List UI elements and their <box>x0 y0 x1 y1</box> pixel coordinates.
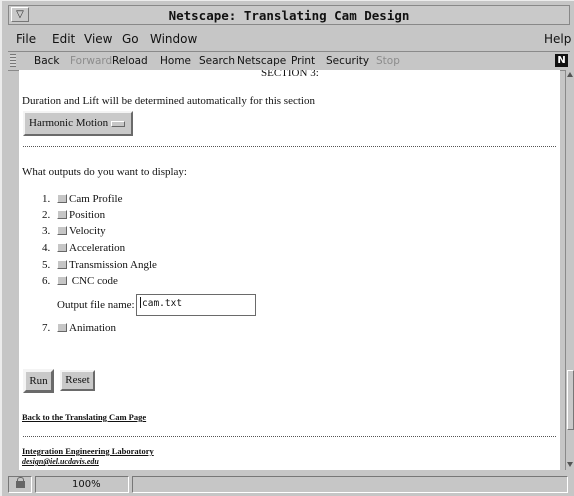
lab-name-link[interactable]: Integration Engineering Laboratory <box>22 446 154 456</box>
forward-button[interactable]: Forward <box>70 55 112 67</box>
scrollbar-thumb[interactable] <box>567 370 574 430</box>
motion-type-value: Harmonic Motion <box>29 117 109 129</box>
output-item-velocity: 3. Velocity <box>42 225 106 237</box>
output-item-cam-profile: 1. Cam Profile <box>42 193 122 205</box>
output-file-name-value: cam.txt <box>142 298 183 309</box>
output-item-transmission-angle: 5. Transmission Angle <box>42 259 157 271</box>
output-label: Position <box>69 209 106 221</box>
lock-icon <box>16 477 25 488</box>
vertical-scrollbar[interactable] <box>565 70 574 470</box>
security-lock-box[interactable] <box>8 476 32 493</box>
acceleration-checkbox[interactable] <box>57 243 67 252</box>
back-to-translating-cam-link[interactable]: Back to the Translating Cam Page <box>22 412 146 422</box>
section-heading: SECTION 3: <box>261 70 319 79</box>
menu-help[interactable]: Help <box>544 32 571 46</box>
animation-checkbox[interactable] <box>57 323 67 332</box>
title-bar: ▽ Netscape: Translating Cam Design <box>8 5 570 25</box>
list-number: 3. <box>42 225 51 237</box>
list-number: 2. <box>42 209 51 221</box>
duration-text: Duration and Lift will be determined aut… <box>22 95 315 107</box>
option-menu-indicator-icon <box>111 121 125 127</box>
output-label: CNC code <box>71 275 118 287</box>
list-number: 4. <box>42 242 51 254</box>
output-label: Transmission Angle <box>69 259 157 271</box>
navigation-toolbar: Back Forward Reload Home Search Netscape… <box>8 51 570 71</box>
cam-profile-checkbox[interactable] <box>57 194 67 203</box>
output-file-label: Output file name: <box>57 299 135 311</box>
list-number: 5. <box>42 259 51 271</box>
list-number: 6. <box>42 275 51 287</box>
reset-button[interactable]: Reset <box>60 370 95 391</box>
cnc-code-checkbox[interactable] <box>57 276 67 285</box>
reload-button[interactable]: Reload <box>112 55 148 67</box>
menu-bar: File Edit View Go Window Help <box>8 29 571 49</box>
output-label: Velocity <box>69 225 106 237</box>
stop-button[interactable]: Stop <box>376 55 400 67</box>
output-label: Acceleration <box>69 242 126 254</box>
output-item-animation: 7. Animation <box>42 322 116 334</box>
browser-window: ▽ Netscape: Translating Cam Design File … <box>0 0 574 496</box>
output-item-cnc-code: 6. CNC code <box>42 275 118 287</box>
output-file-name-input[interactable]: cam.txt <box>136 294 256 316</box>
output-item-acceleration: 4. Acceleration <box>42 242 125 254</box>
outputs-prompt: What outputs do you want to display: <box>22 166 187 178</box>
status-bar: 100% <box>8 475 570 495</box>
list-number: 1. <box>42 193 51 205</box>
zoom-indicator: 100% <box>35 476 129 493</box>
page-content: SECTION 3: Duration and Lift will be det… <box>19 70 560 470</box>
back-button[interactable]: Back <box>34 55 60 67</box>
menu-go[interactable]: Go <box>122 32 139 46</box>
position-checkbox[interactable] <box>57 210 67 219</box>
run-button[interactable]: Run <box>23 369 54 393</box>
status-message-area <box>132 476 568 493</box>
print-button[interactable]: Print <box>291 55 315 67</box>
motion-type-select[interactable]: Harmonic Motion <box>23 111 133 136</box>
search-button[interactable]: Search <box>199 55 235 67</box>
list-number: 7. <box>42 322 51 334</box>
footer-divider <box>23 436 556 437</box>
menu-view[interactable]: View <box>84 32 112 46</box>
scroll-up-arrow-icon[interactable] <box>567 72 573 77</box>
menu-file[interactable]: File <box>16 32 36 46</box>
divider <box>23 146 556 147</box>
netscape-logo-icon: N <box>555 54 568 67</box>
velocity-checkbox[interactable] <box>57 226 67 235</box>
toolbar-grip-handle[interactable] <box>10 54 16 67</box>
text-cursor <box>140 297 141 308</box>
transmission-angle-checkbox[interactable] <box>57 260 67 269</box>
window-title: Netscape: Translating Cam Design <box>168 8 410 23</box>
menu-window[interactable]: Window <box>150 32 197 46</box>
security-button[interactable]: Security <box>326 55 369 67</box>
home-button[interactable]: Home <box>160 55 191 67</box>
output-label: Cam Profile <box>69 193 123 205</box>
scroll-down-arrow-icon[interactable] <box>567 462 573 467</box>
output-item-position: 2. Position <box>42 209 105 221</box>
output-label: Animation <box>69 322 117 334</box>
netscape-button[interactable]: Netscape <box>237 55 286 67</box>
lab-email-link[interactable]: design@iel.ucdavis.edu <box>22 457 99 466</box>
menu-edit[interactable]: Edit <box>52 32 75 46</box>
